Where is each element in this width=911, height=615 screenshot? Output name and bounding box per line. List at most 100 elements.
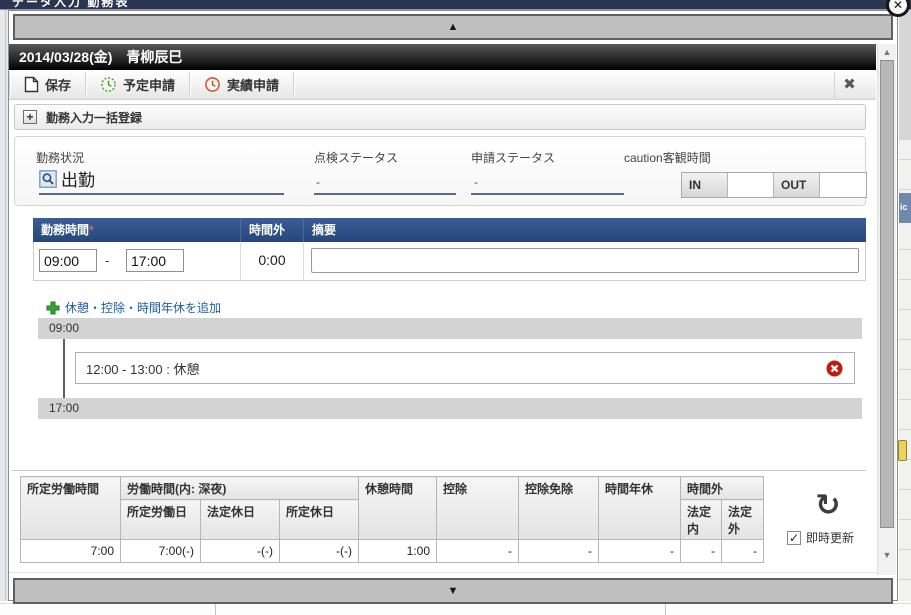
background-page-header: データ入力 勤務表: [0, 0, 911, 10]
scrollbar-down-icon[interactable]: ▼: [878, 550, 896, 560]
col-legal-in: 法定内: [681, 500, 722, 540]
scroll-up-button[interactable]: ▲: [13, 14, 893, 40]
time-range-dash: -: [105, 253, 109, 268]
out-value-cell: [820, 173, 866, 197]
val-legal-holiday: -(-): [201, 540, 280, 563]
in-header: IN: [682, 173, 728, 197]
schedule-apply-label: 予定申請: [123, 75, 175, 94]
summary-header: 摘要: [303, 218, 866, 242]
apply-status-value: -: [474, 175, 478, 189]
summary-separator: [12, 470, 866, 471]
summary-input[interactable]: [311, 248, 859, 273]
timeline-start-label: 09:00: [49, 321, 79, 335]
status-fields-panel: 勤務状況 点検ステータス 申請ステータス caution客観時間 出勤 - - …: [14, 136, 866, 206]
check-icon: ✓: [789, 531, 799, 545]
immediate-update-control: ✓ 即時更新: [787, 529, 854, 546]
overtime-header: 時間外: [240, 218, 303, 242]
document-icon: [24, 76, 39, 93]
save-label: 保存: [45, 75, 71, 94]
col-deduction: 控除: [437, 477, 519, 540]
col-break-time: 休憩時間: [359, 477, 437, 540]
arrow-down-icon: ▼: [448, 585, 459, 597]
col-legal-out: 法定外: [722, 500, 764, 540]
apply-status-underline: [471, 193, 624, 195]
background-blue-cell: ic: [899, 193, 911, 223]
val-hourly-leave: -: [599, 540, 681, 563]
overtime-value: 0:00: [241, 252, 303, 268]
work-table-body: - 0:00: [33, 242, 866, 281]
break-item-label: 12:00 - 13:00 : 休憩: [86, 359, 199, 378]
timeline-connector: [63, 339, 65, 398]
work-status-value: 出勤: [61, 166, 95, 191]
actual-apply-button[interactable]: 実績申請: [190, 70, 293, 99]
actual-apply-label: 実績申請: [227, 75, 279, 94]
close-icon: ✖: [843, 76, 856, 93]
scroll-down-button[interactable]: ▼: [13, 578, 893, 604]
delete-icon[interactable]: [826, 360, 843, 377]
immediate-update-checkbox[interactable]: ✓: [787, 531, 801, 545]
col-scheduled-work-time: 所定労働時間: [21, 477, 121, 540]
background-cell-text: ic: [900, 202, 908, 212]
content-bottom-border: [9, 572, 876, 573]
background-right-block: [899, 10, 911, 140]
break-item-row: 12:00 - 13:00 : 休憩: [75, 352, 855, 384]
col-legal-holiday: 法定休日: [201, 500, 280, 540]
add-break-link[interactable]: 休憩・控除・時間年休を追加: [46, 299, 221, 316]
scrollbar-thumb[interactable]: [880, 60, 894, 528]
objective-time-table: IN OUT: [681, 172, 867, 198]
apply-status-label: 申請ステータス: [471, 149, 555, 166]
work-status-label: 勤務状況: [36, 149, 84, 166]
dialog-scrollbar: ▲ ▼: [877, 44, 896, 575]
col-work-time-group: 労働時間(内: 深夜): [121, 477, 359, 500]
objective-time-label: caution客観時間: [624, 149, 711, 166]
val-scheduled-holiday: -(-): [280, 540, 359, 563]
start-time-input[interactable]: [39, 249, 97, 272]
val-legal-in: -: [681, 540, 722, 563]
timeline-end-label: 17:00: [49, 401, 79, 415]
save-button[interactable]: 保存: [10, 70, 85, 99]
check-status-value: -: [316, 175, 320, 189]
immediate-update-label: 即時更新: [806, 529, 854, 546]
val-deduction-exempt: -: [519, 540, 599, 563]
bulk-entry-label: 勤務入力一括登録: [46, 109, 142, 126]
search-icon[interactable]: [39, 170, 57, 188]
expand-icon[interactable]: +: [23, 110, 37, 124]
col-overtime-group: 時間外: [681, 477, 764, 500]
col-scheduled-holiday: 所定休日: [280, 500, 359, 540]
scrollbar-up-icon[interactable]: ▲: [878, 47, 896, 57]
refresh-icon[interactable]: ↻: [810, 488, 846, 523]
required-mark: *: [89, 223, 94, 237]
out-header: OUT: [774, 173, 820, 197]
background-left-strip: [0, 10, 8, 601]
schedule-clock-icon: [100, 76, 117, 93]
summary-table: 所定労働時間 労働時間(内: 深夜) 休憩時間 控除 控除免除 時間年休 時間外…: [20, 476, 764, 563]
add-break-label: 休憩・控除・時間年休を追加: [65, 299, 221, 316]
timeline-start-bar: 09:00: [38, 318, 862, 339]
check-status-label: 点検ステータス: [314, 149, 398, 166]
screen: データ入力 勤務表 ic ✕ ▲ 2014/03/28(金) 青柳辰巳 保存: [0, 0, 911, 615]
val-deduction: -: [437, 540, 519, 563]
background-header-text: データ入力 勤務表: [12, 0, 129, 10]
dialog-close-button[interactable]: ✖: [834, 72, 864, 98]
col-deduction-exempt: 控除免除: [519, 477, 599, 540]
in-value-cell: [728, 173, 774, 197]
work-time-header: 勤務時間*: [33, 218, 240, 242]
val-legal-out: -: [722, 540, 764, 563]
actual-clock-icon: [204, 76, 221, 93]
timeline-end-bar: 17:00: [38, 398, 862, 419]
dialog-title: 2014/03/28(金) 青柳辰巳: [9, 44, 876, 70]
schedule-apply-button[interactable]: 予定申請: [86, 70, 189, 99]
val-scheduled-work-day: 7:00(-): [121, 540, 201, 563]
toolbar: 保存 予定申請 実績申請 ✖: [9, 70, 876, 100]
end-time-input[interactable]: [126, 249, 184, 272]
bulk-entry-section: + 勤務入力一括登録: [14, 104, 866, 130]
val-scheduled-work-time: 7:00: [21, 540, 121, 563]
work-table-header: 勤務時間* 時間外 摘要: [33, 218, 866, 242]
arrow-up-icon: ▲: [448, 21, 459, 33]
check-status-underline: [314, 193, 456, 195]
col-hourly-leave: 時間年休: [599, 477, 681, 540]
close-x-glyph: ✕: [893, 0, 903, 12]
work-status-underline: [39, 193, 284, 195]
val-break-time: 1:00: [359, 540, 437, 563]
col-scheduled-work-day: 所定労働日: [121, 500, 201, 540]
